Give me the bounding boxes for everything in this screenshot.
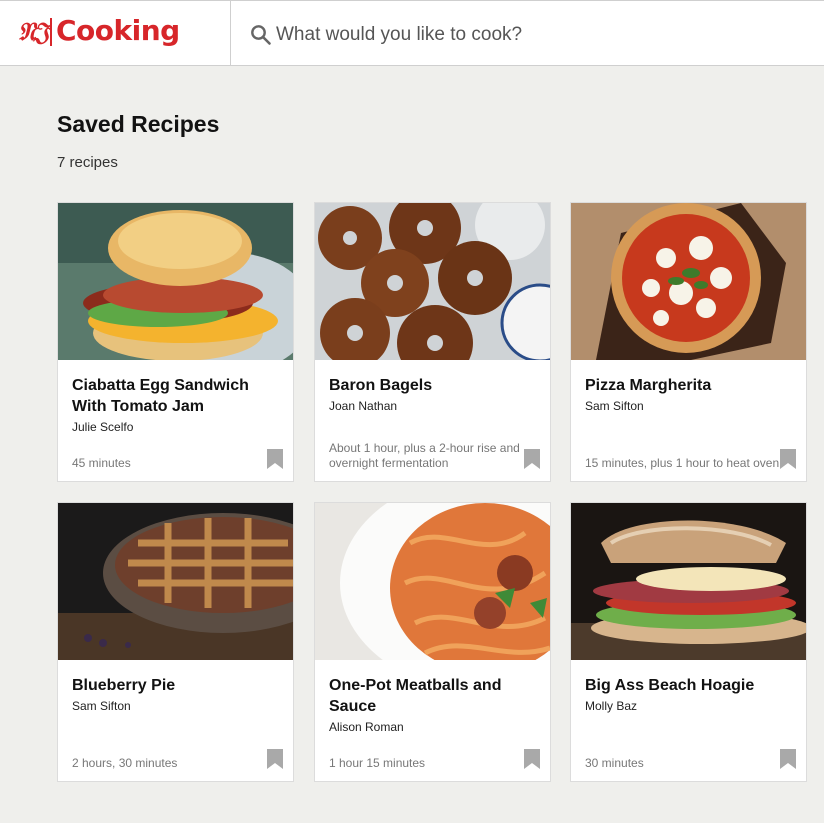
recipe-card[interactable]: One-Pot Meatballs and Sauce Alison Roman… (314, 502, 551, 782)
cooking-wordmark: Cooking (56, 14, 180, 47)
search-bar[interactable] (232, 1, 824, 65)
search-input[interactable] (274, 19, 798, 51)
recipe-card[interactable]: Blueberry Pie Sam Sifton 2 hours, 30 min… (57, 502, 294, 782)
recipe-title[interactable]: Ciabatta Egg Sandwich With Tomato Jam (72, 375, 277, 417)
bookmark-icon[interactable] (267, 449, 283, 469)
nyt-logo-mark: 𝔑𝔍 (18, 17, 49, 46)
bookmark-icon[interactable] (780, 449, 796, 469)
recipe-title[interactable]: Big Ass Beach Hoagie (585, 675, 790, 696)
bookmark-icon[interactable] (780, 749, 796, 769)
recipe-time: About 1 hour, plus a 2-hour rise and ove… (329, 441, 520, 470)
bookmark-icon[interactable] (524, 749, 540, 769)
recipe-card[interactable]: Pizza Margherita Sam Sifton 15 minutes, … (570, 202, 807, 482)
recipe-title[interactable]: Baron Bagels (329, 375, 534, 396)
nyt-cooking-logo[interactable]: 𝔑𝔍 Cooking (0, 1, 231, 65)
recipe-image-pizza[interactable] (571, 203, 806, 360)
logo-divider (50, 18, 52, 46)
recipe-image-meatballs[interactable] (315, 503, 550, 660)
recipe-image-hoagie[interactable] (571, 503, 806, 660)
recipe-time: 15 minutes, plus 1 hour to heat oven (585, 456, 780, 470)
bookmark-icon[interactable] (267, 749, 283, 769)
page-title: Saved Recipes (57, 111, 220, 137)
recipe-image-bagels[interactable] (315, 203, 550, 360)
recipe-card[interactable]: Baron Bagels Joan Nathan About 1 hour, p… (314, 202, 551, 482)
recipe-card[interactable]: Big Ass Beach Hoagie Molly Baz 30 minute… (570, 502, 807, 782)
top-bar: 𝔑𝔍 Cooking (0, 0, 824, 66)
recipe-time: 2 hours, 30 minutes (72, 756, 178, 770)
search-icon[interactable] (250, 24, 272, 46)
recipe-count: 7 recipes (57, 154, 118, 171)
recipe-author[interactable]: Joan Nathan (329, 399, 534, 413)
recipe-author[interactable]: Alison Roman (329, 720, 534, 734)
recipe-card[interactable]: Ciabatta Egg Sandwich With Tomato Jam Ju… (57, 202, 294, 482)
recipe-author[interactable]: Julie Scelfo (72, 420, 277, 434)
recipe-time: 45 minutes (72, 456, 131, 470)
recipe-author[interactable]: Sam Sifton (72, 699, 277, 713)
recipe-image-pie[interactable] (58, 503, 293, 660)
recipe-time: 1 hour 15 minutes (329, 756, 426, 770)
recipe-image-egg-sandwich[interactable] (58, 203, 293, 360)
recipe-time: 30 minutes (585, 756, 644, 770)
recipe-title[interactable]: Pizza Margherita (585, 375, 790, 396)
recipe-author[interactable]: Sam Sifton (585, 399, 790, 413)
bookmark-icon[interactable] (524, 449, 540, 469)
recipe-title[interactable]: One-Pot Meatballs and Sauce (329, 675, 534, 717)
recipe-title[interactable]: Blueberry Pie (72, 675, 277, 696)
recipe-author[interactable]: Molly Baz (585, 699, 790, 713)
